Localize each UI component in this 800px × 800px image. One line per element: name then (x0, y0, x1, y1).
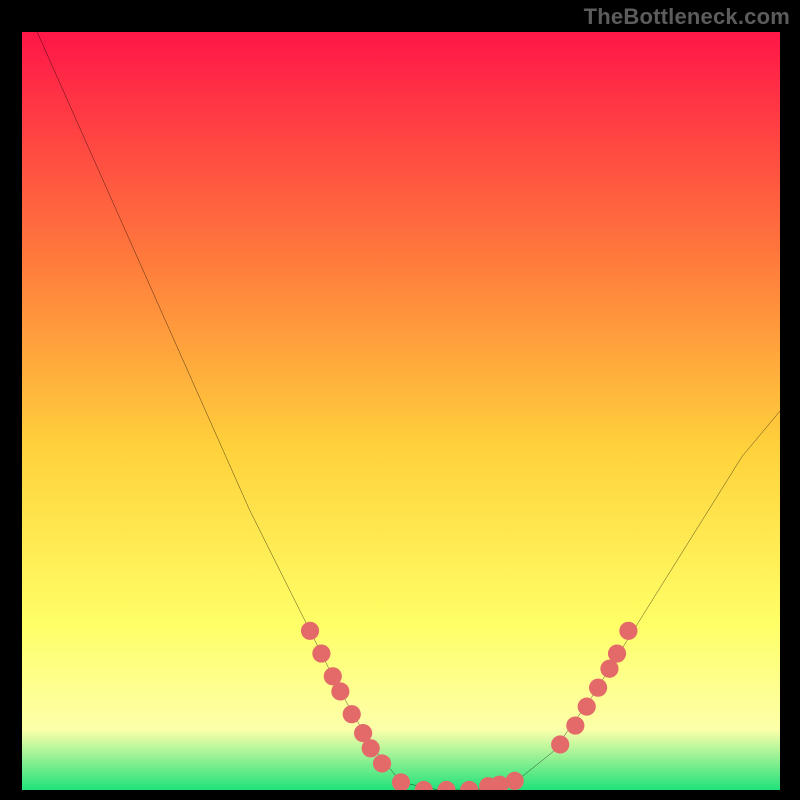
highlight-dot (551, 735, 569, 753)
highlight-dot (589, 679, 607, 697)
watermark-text: TheBottleneck.com (584, 4, 790, 30)
highlight-dot (373, 754, 391, 772)
highlight-dot (301, 622, 319, 640)
highlight-dot (331, 682, 349, 700)
chart-stage: TheBottleneck.com (0, 0, 800, 800)
highlight-dot (566, 716, 584, 734)
highlight-dot (362, 739, 380, 757)
highlight-dot (506, 772, 524, 790)
gradient-background (22, 32, 780, 790)
highlight-dot (312, 644, 330, 662)
highlight-dot (578, 698, 596, 716)
plot-frame (22, 32, 780, 790)
highlight-dot (343, 705, 361, 723)
bottleneck-chart (22, 32, 780, 790)
highlight-dot (619, 622, 637, 640)
highlight-dot (608, 644, 626, 662)
